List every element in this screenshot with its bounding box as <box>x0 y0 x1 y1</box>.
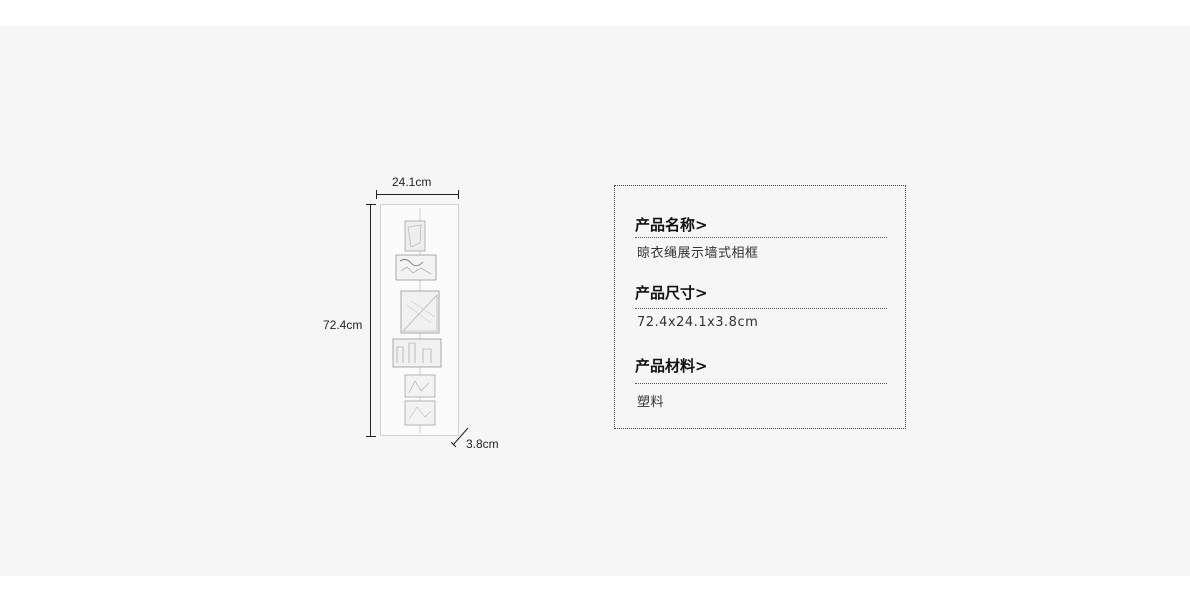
spec-name-divider <box>635 237 887 238</box>
width-dimension-tick-right <box>458 190 459 199</box>
product-image <box>380 204 459 436</box>
photo-frame-illustration <box>392 208 442 433</box>
height-dimension-line <box>370 204 371 436</box>
height-dimension-label: 72.4cm <box>323 318 363 332</box>
content-band <box>0 26 1190 576</box>
spec-name-value: 晾衣绳展示墙式相框 <box>637 246 759 261</box>
height-dimension-tick-top <box>366 204 376 205</box>
spec-material-value: 塑料 <box>637 395 665 410</box>
width-dimension-tick-left <box>376 190 377 199</box>
spec-panel: 产品名称> 晾衣绳展示墙式相框 产品尺寸> 72.4x24.1x3.8cm 产品… <box>614 185 906 429</box>
spec-size-value: 72.4x24.1x3.8cm <box>637 315 759 330</box>
spec-size-divider <box>635 308 887 309</box>
width-dimension-label: 24.1cm <box>392 175 432 189</box>
depth-dimension-label: 3.8cm <box>466 437 499 451</box>
spec-material-title: 产品材料> <box>635 357 708 375</box>
height-dimension-tick-bottom <box>366 436 376 437</box>
spec-size-title: 产品尺寸> <box>635 284 708 302</box>
spec-material-divider <box>635 383 887 384</box>
spec-name-title: 产品名称> <box>635 216 708 234</box>
width-dimension-line <box>376 194 459 195</box>
